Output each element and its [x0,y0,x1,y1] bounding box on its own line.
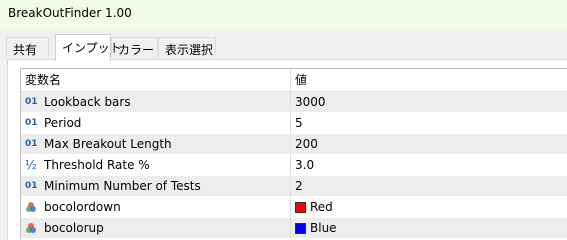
param-value[interactable]: Red [291,197,567,217]
color-name: Red [310,200,333,214]
integer-icon: 01 [25,139,38,149]
color-name: Blue [310,221,337,235]
param-value[interactable]: 3000 [291,92,567,112]
tab-visualization[interactable]: 表示選択 [158,37,216,57]
param-value[interactable]: 3.0 [291,155,567,175]
tab-bar: 共有 インプット カラー 表示選択 [0,31,567,61]
param-value[interactable]: 2 [291,176,567,196]
color-swatch [295,222,306,234]
param-name: Lookback bars [44,95,131,109]
param-value[interactable]: 5 [291,113,567,133]
integer-icon: 01 [25,181,38,191]
color-icon [25,201,41,213]
table-row[interactable]: 01 Period 5 [21,113,567,134]
window-title: BreakOutFinder 1.00 [0,0,567,31]
tab-common[interactable]: 共有 [6,37,49,57]
param-value[interactable]: 200 [291,134,567,154]
integer-icon: 01 [25,118,38,128]
tab-inputs[interactable]: インプット [55,34,122,61]
table-row[interactable]: 01 Max Breakout Length 200 [21,134,567,155]
parameters-table: 変数名 値 01 Lookback bars 3000 01 Period 5 … [20,68,567,239]
table-row[interactable]: bocolordown Red [21,197,567,218]
column-header-value[interactable]: 値 [291,69,567,91]
param-name: Max Breakout Length [44,137,172,151]
table-row[interactable]: ½ Threshold Rate % 3.0 [21,155,567,176]
integer-icon: 01 [25,97,38,107]
param-value[interactable]: Blue [291,218,567,238]
table-row[interactable]: 01 Lookback bars 3000 [21,92,567,113]
table-row[interactable]: bocolorup Blue [21,218,567,239]
param-name: bocolordown [44,200,121,214]
param-name: Threshold Rate % [44,158,150,172]
column-header-name[interactable]: 変数名 [21,69,291,91]
table-header: 変数名 値 [21,69,567,92]
param-name: bocolorup [44,221,104,235]
color-icon [25,222,41,234]
color-swatch [295,201,306,213]
param-name: Minimum Number of Tests [44,179,201,193]
param-name: Period [44,116,82,130]
inputs-panel: 変数名 値 01 Lookback bars 3000 01 Period 5 … [7,59,567,240]
table-row[interactable]: 01 Minimum Number of Tests 2 [21,176,567,197]
fraction-icon: ½ [25,158,37,172]
